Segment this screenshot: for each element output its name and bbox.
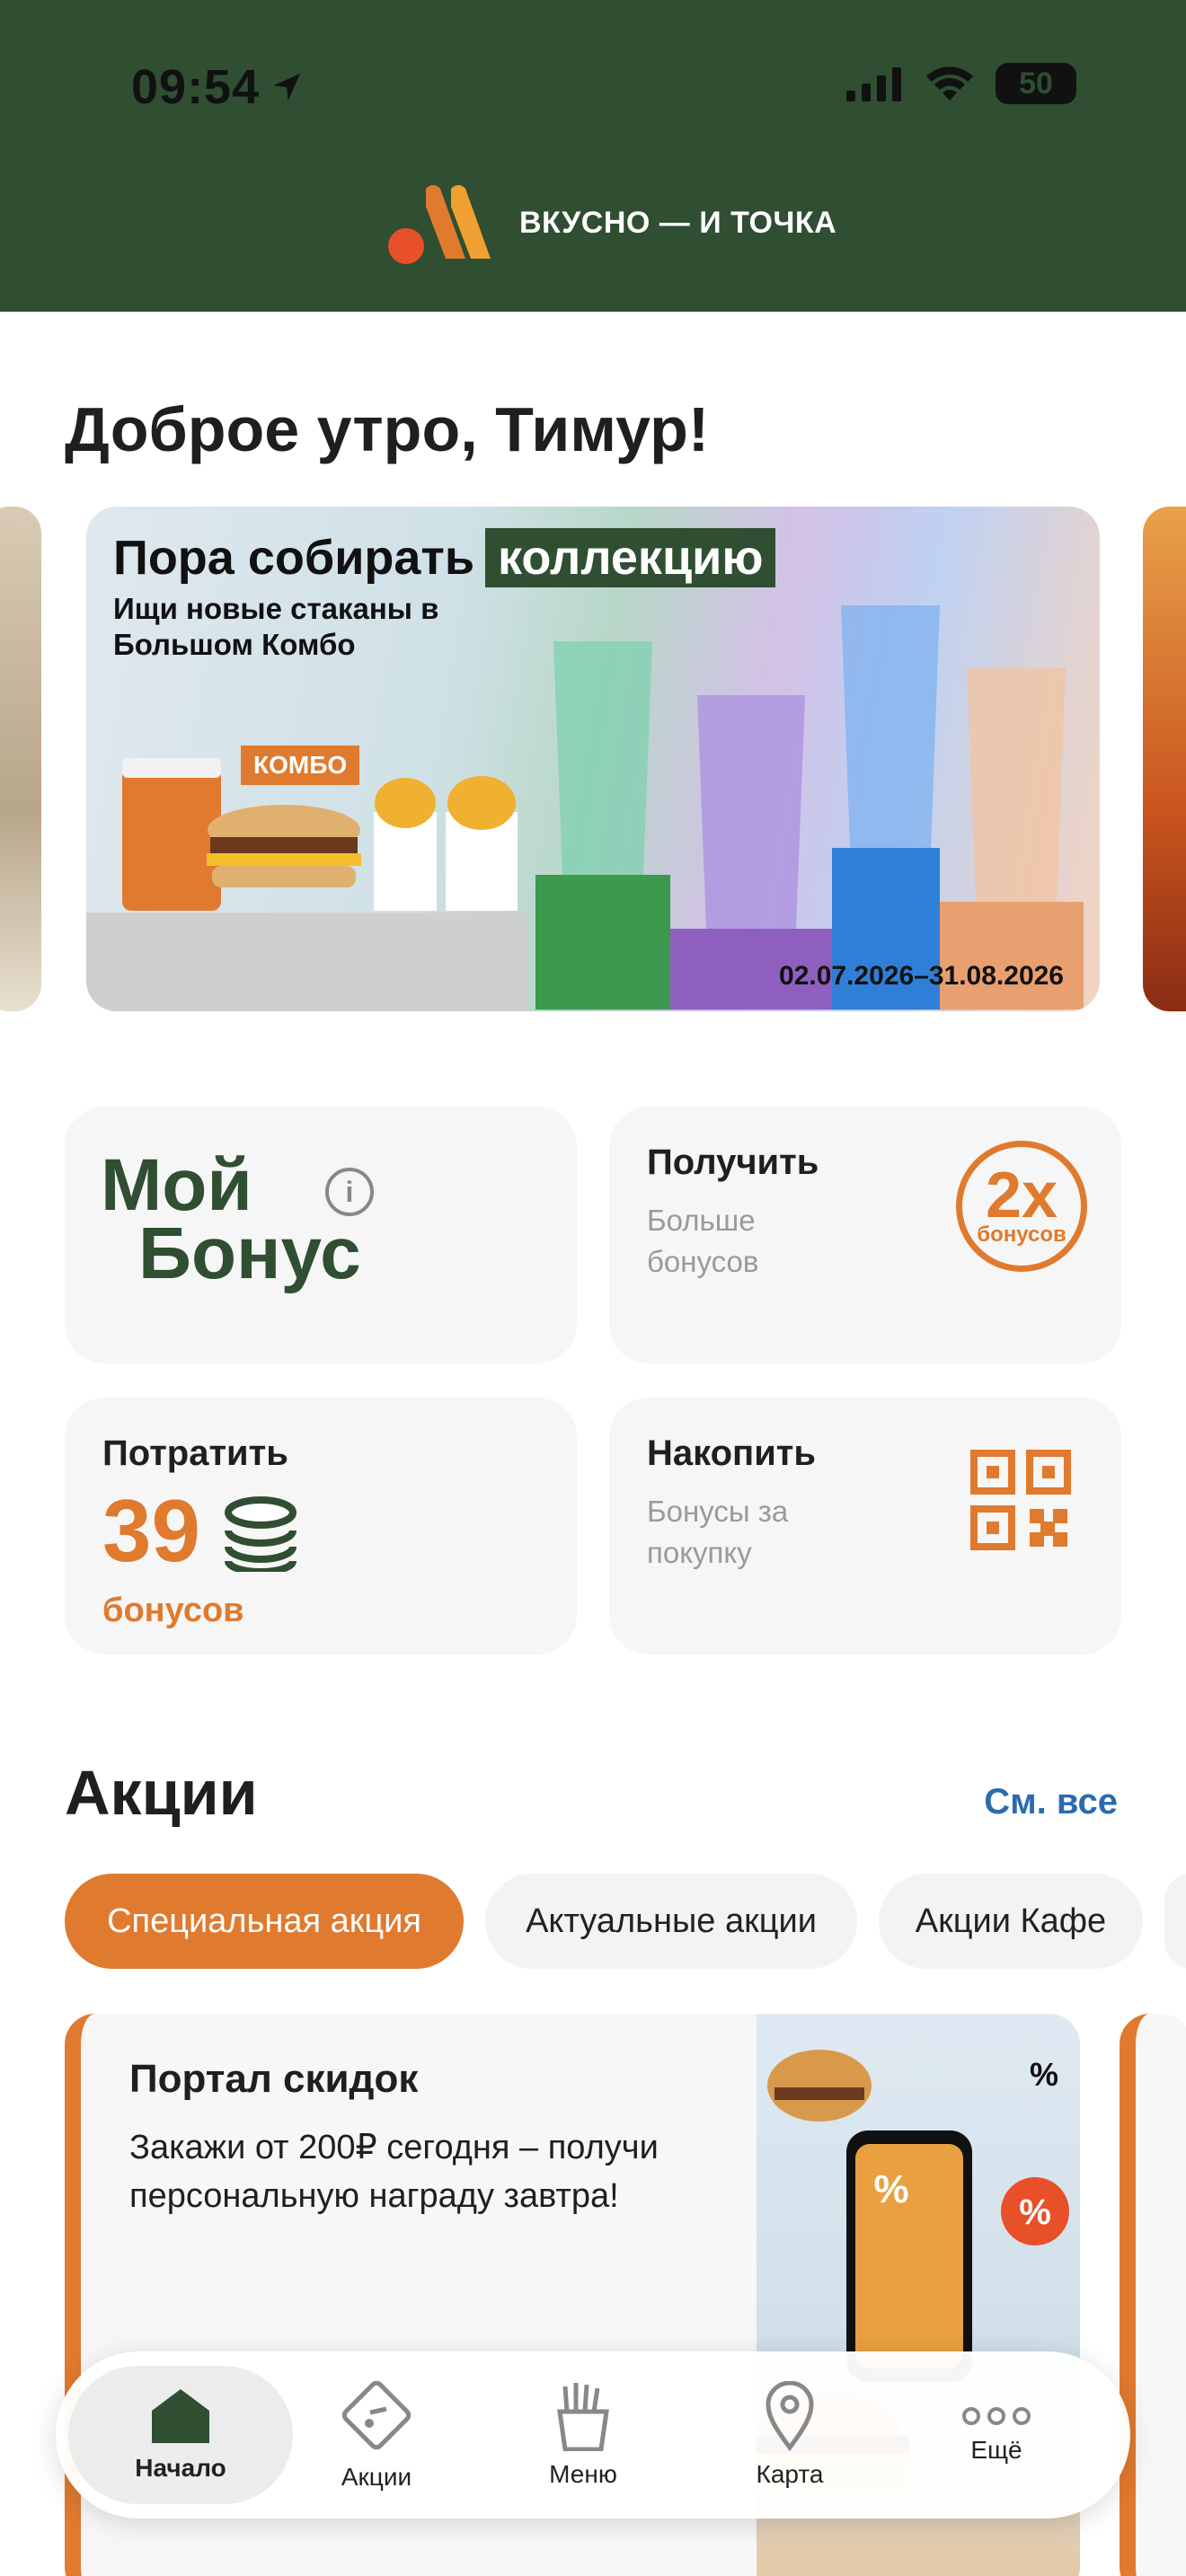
- banner-title-plain: Пора собирать: [113, 531, 475, 585]
- home-icon: [152, 2389, 209, 2443]
- banner-dates: 02.07.2026–31.08.2026: [779, 961, 1064, 991]
- status-time: 09:54: [131, 59, 305, 115]
- app-header: 09:54 50 ВКУСНО — И ТОЧКА: [0, 0, 1186, 312]
- greeting-title: Доброе утро, Тимур!: [65, 394, 710, 464]
- tab-home-label: Начало: [135, 2454, 226, 2482]
- more-dots-icon: [962, 2407, 1031, 2425]
- my-bonus-card[interactable]: Мой Бонус i: [65, 1107, 577, 1363]
- tab-more[interactable]: Ещё: [893, 2366, 1100, 2504]
- status-indicators: 50: [846, 63, 1076, 104]
- earn-bonus-title: Накопить: [647, 1434, 816, 1473]
- promo-banner[interactable]: Пора собирать коллекцию Ищи новые стакан…: [86, 507, 1100, 1011]
- battery-indicator: 50: [996, 63, 1076, 104]
- tab-home[interactable]: Начало: [68, 2366, 293, 2504]
- chip-current-promos[interactable]: Актуальные акции: [485, 1874, 857, 1969]
- tab-menu-label: Меню: [549, 2460, 617, 2488]
- promo-card-text: Закажи от 200₽ сегодня – получи персонал…: [129, 2129, 659, 2215]
- bottom-tab-bar: Начало Акции Меню Карта Ещё: [56, 2351, 1130, 2519]
- my-bonus-line2: Бонус: [138, 1213, 361, 1294]
- carousel-next-banner[interactable]: [1143, 507, 1186, 1011]
- svg-text:%: %: [1030, 2056, 1058, 2093]
- tab-promotions-label: Акции: [341, 2463, 412, 2491]
- svg-text:%: %: [873, 2167, 908, 2211]
- bonus-unit: бонусов: [102, 1592, 244, 1629]
- double-bonus-value: 2x: [985, 1160, 1058, 1231]
- my-bonus-title: Мой Бонус: [101, 1149, 361, 1294]
- tab-menu[interactable]: Меню: [480, 2366, 686, 2504]
- brand-name: ВКУСНО — И ТОЧКА: [519, 205, 837, 240]
- fries-icon: [557, 2383, 609, 2451]
- chip-cafe-promos[interactable]: Акции Кафе: [879, 1874, 1143, 1969]
- promo-card-next[interactable]: [1120, 2014, 1186, 2576]
- promo-card-title: Портал скидок: [129, 2057, 419, 2101]
- wifi-icon: [926, 66, 973, 101]
- earn-bonus-card[interactable]: Накопить Бонусы за покупку: [609, 1398, 1121, 1654]
- earn-bonus-subtitle: Бонусы за покупку: [647, 1495, 789, 1569]
- brand-logo: ВКУСНО — И ТОЧКА: [386, 180, 836, 266]
- get-bonus-title: Получить: [647, 1142, 819, 1182]
- tab-more-label: Ещё: [970, 2436, 1022, 2464]
- bonus-balance: 39: [102, 1481, 201, 1580]
- double-bonus-label: бонусов: [977, 1222, 1067, 1247]
- get-bonus-card[interactable]: Получить Больше бонусов 2x бонусов: [609, 1107, 1121, 1363]
- signal-icon: [846, 67, 901, 101]
- tab-map[interactable]: Карта: [686, 2366, 893, 2504]
- qr-code-icon: [970, 1450, 1071, 1550]
- map-pin-icon: [766, 2381, 814, 2451]
- glasses-illustration: [535, 605, 1084, 1010]
- info-icon[interactable]: i: [325, 1168, 374, 1216]
- location-arrow-icon: [273, 74, 301, 101]
- logo-mark-icon: [388, 185, 491, 264]
- banner-subtitle: Ищи новые стаканы в Большом Комбо: [113, 592, 439, 661]
- svg-text:%: %: [1019, 2192, 1051, 2232]
- spend-bonus-title: Потратить: [102, 1434, 288, 1473]
- coins-icon: [225, 1496, 296, 1572]
- combo-food-illustration: [122, 758, 518, 911]
- chip-special-promo[interactable]: Специальная акция: [65, 1874, 464, 1969]
- coupon-icon: [341, 2380, 412, 2450]
- tab-promotions[interactable]: Акции: [273, 2366, 480, 2504]
- get-bonus-subtitle: Больше бонусов: [647, 1204, 759, 1278]
- spend-bonus-card[interactable]: Потратить 39 бонусов: [65, 1398, 577, 1654]
- chip-more[interactable]: [1164, 1874, 1186, 1969]
- see-all-link[interactable]: См. все: [984, 1782, 1118, 1822]
- tab-map-label: Карта: [756, 2460, 824, 2488]
- clock: 09:54: [131, 60, 261, 114]
- carousel-prev-banner[interactable]: [0, 507, 41, 1011]
- double-bonus-badge: 2x бонусов: [956, 1141, 1087, 1272]
- promotions-title: Акции: [65, 1758, 258, 1828]
